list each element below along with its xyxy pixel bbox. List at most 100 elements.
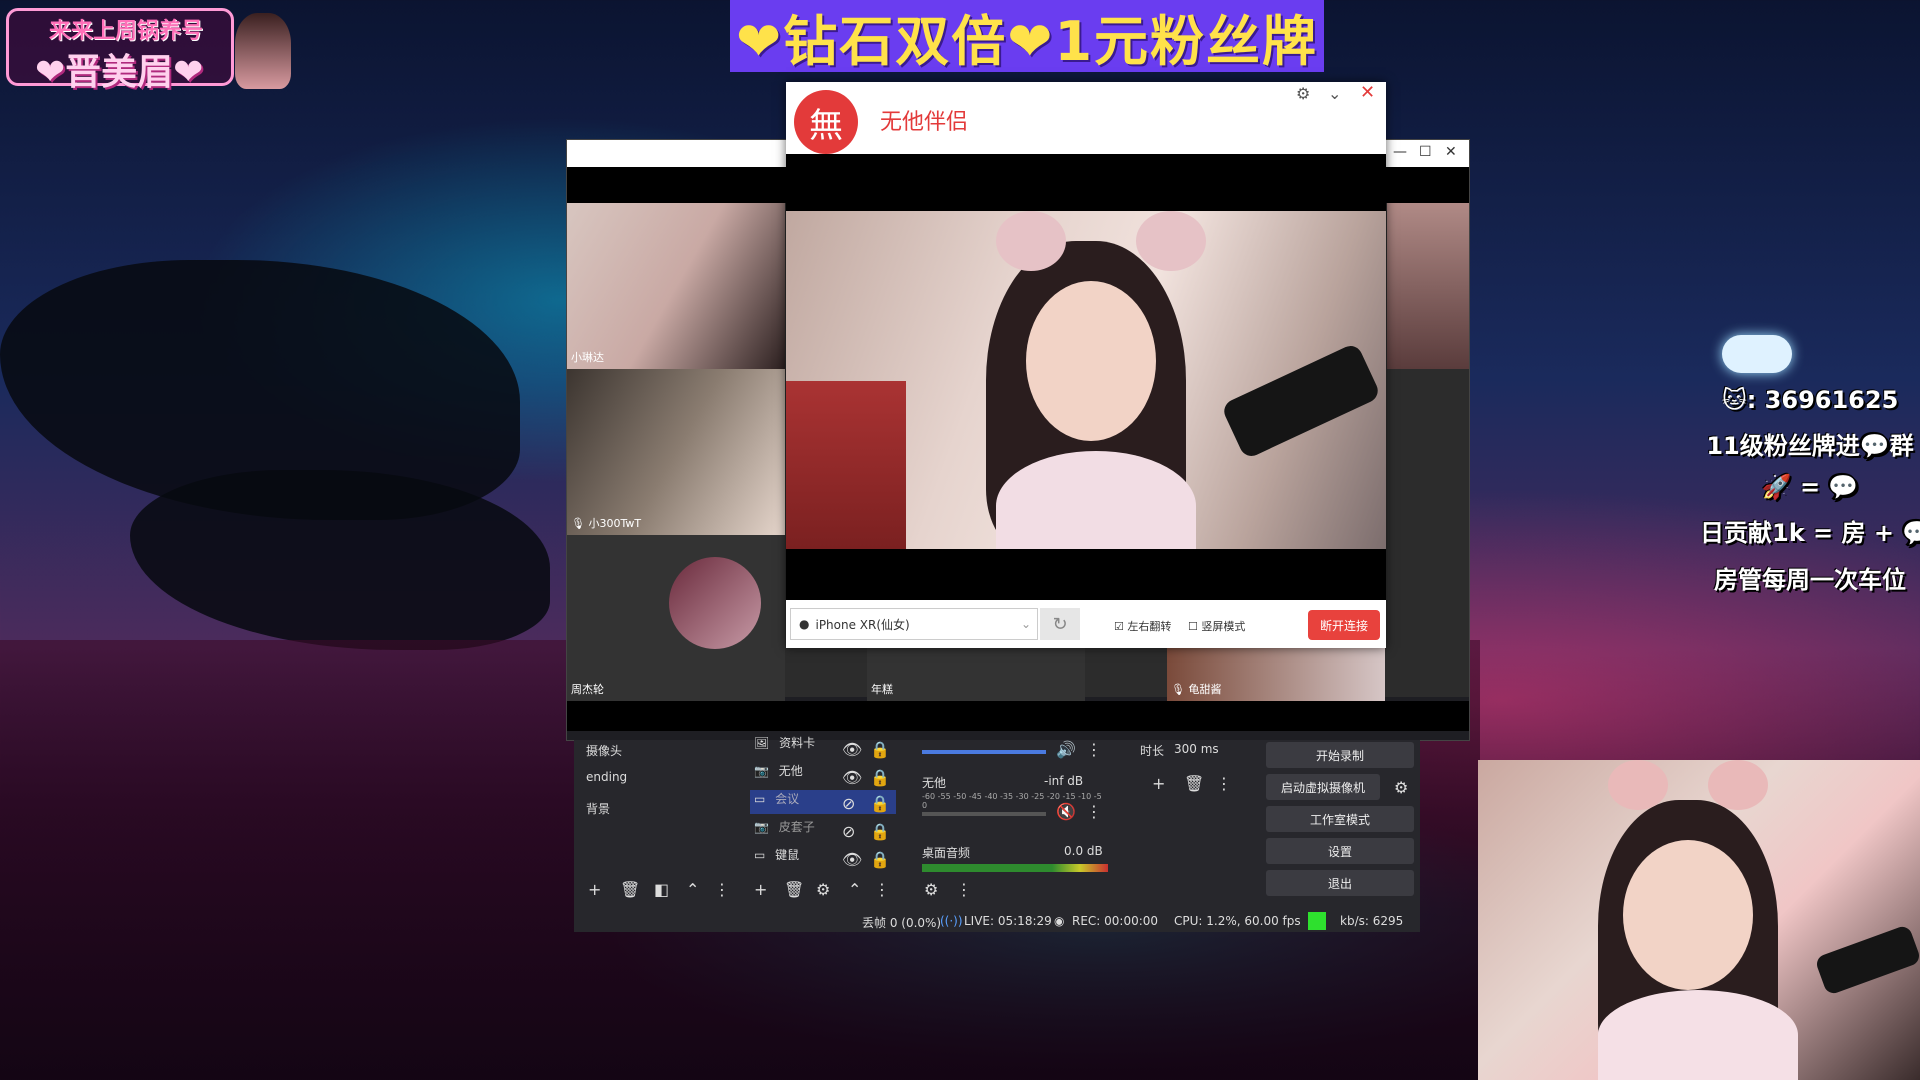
participant-name: 🎙 龟甜酱 (1171, 683, 1222, 696)
more-icon[interactable]: ⋮ (874, 880, 890, 899)
disconnect-button[interactable]: 断开连接 (1308, 610, 1380, 640)
avatar (235, 13, 291, 89)
face (1623, 840, 1753, 990)
hoodie (1598, 990, 1798, 1080)
gear-icon[interactable]: ⚙ (816, 880, 830, 899)
sources-panel: 🖼 资料卡 📷 无他 ▭ 会议 📷 皮套子 ▭ 键鼠 👁 🔒 👁 🔒 ⊘ 🔒 ⊘… (750, 736, 900, 900)
more-icon[interactable]: ⋮ (1216, 774, 1232, 793)
lock-icon[interactable]: 🔒 (870, 740, 890, 759)
trash-icon[interactable]: 🗑 (1184, 774, 1204, 793)
source-label: 键鼠 (775, 848, 800, 862)
lock-icon[interactable]: 🔒 (870, 850, 890, 869)
broadcast-icon: ((·)) (940, 914, 963, 928)
lock-icon[interactable]: 🔒 (870, 822, 890, 841)
bear-ear (1708, 760, 1768, 810)
channel-db: -inf dB (1044, 774, 1084, 788)
letterbox (567, 701, 1469, 731)
duration-label: 时长 (1140, 744, 1165, 758)
eye-icon[interactable]: 👁 (842, 740, 862, 759)
avatar (669, 557, 761, 649)
audio-mixer: 🔊 ⋮ 无他 -inf dB -60 -55 -50 -45 -40 -35 -… (914, 740, 1108, 900)
minimize-icon[interactable]: — (1393, 144, 1407, 160)
scene-item[interactable]: ending (586, 770, 627, 784)
source-label: 无他 (778, 764, 803, 778)
scene-item[interactable]: 背景 (586, 800, 610, 817)
channel-name: 桌面音频 (922, 846, 971, 860)
refresh-button[interactable]: ↻ (1040, 608, 1080, 640)
eye-icon[interactable]: 👁 (842, 768, 862, 787)
scenes-panel: 摄像头 ending 背景 + 🗑 ◧ ⌃ ⋮ (574, 740, 742, 900)
window-icon: ▭ (754, 848, 766, 862)
camera-icon: 📷 (754, 820, 769, 834)
duration-input[interactable]: 300 ms (1174, 742, 1234, 756)
video-tile[interactable] (1387, 203, 1469, 369)
controls-panel: 开始录制 启动虚拟摄像机 ⚙ 工作室模式 设置 退出 (1266, 740, 1416, 900)
gear-icon[interactable]: ⚙ (924, 880, 938, 899)
video-tile[interactable]: 🎙 小300TwT (567, 369, 785, 535)
video-tile[interactable]: 周杰轮 (567, 535, 785, 701)
add-icon[interactable]: + (1152, 774, 1165, 793)
participant-name: 小琳达 (571, 351, 604, 364)
up-icon[interactable]: ⌃ (848, 880, 861, 899)
studio-mode-button[interactable]: 工作室模式 (1266, 806, 1414, 832)
portrait-checkbox[interactable]: ☐ 竖屏模式 (1188, 618, 1245, 634)
more-icon[interactable]: ⋮ (714, 880, 730, 899)
more-icon[interactable]: ⋮ (956, 880, 972, 899)
microphone (1814, 924, 1920, 996)
lock-icon[interactable]: 🔒 (870, 768, 890, 787)
eye-hidden-icon[interactable]: ⊘ (842, 794, 855, 813)
record-icon: ◉ (1054, 914, 1065, 928)
chevron-down-icon: ⌄ (1020, 617, 1031, 631)
weekly-note: 房管每周一次车位 (1714, 566, 1906, 594)
meter-scale: -60 -55 -50 -45 -40 -35 -30 -25 -20 -15 … (922, 792, 1102, 810)
more-icon[interactable]: ⋮ (1086, 802, 1102, 821)
up-icon[interactable]: ⌃ (686, 880, 699, 899)
virtual-camera-button[interactable]: 启动虚拟摄像机 (1266, 774, 1380, 800)
filter-icon[interactable]: ◧ (654, 880, 669, 899)
cpu-usage: CPU: 1.2%, 60.00 fps (1174, 914, 1301, 928)
start-recording-button[interactable]: 开始录制 (1266, 742, 1414, 768)
speaker-icon[interactable]: 🔊 (1056, 740, 1076, 759)
mirror-checkbox[interactable]: ☑ 左右翻转 (1114, 618, 1171, 634)
channel-name: 无他 (922, 776, 947, 790)
exit-button[interactable]: 退出 (1266, 870, 1414, 896)
chevron-down-icon[interactable]: ⌄ (1328, 84, 1341, 103)
channel-db: 0.0 dB (1064, 844, 1103, 858)
gear-icon[interactable]: ⚙ (1394, 778, 1408, 797)
webcam-preview (1478, 760, 1920, 1080)
badge-subtitle: 来来上周锅养号 (49, 19, 204, 44)
phone-video (786, 154, 1386, 600)
lock-icon[interactable]: 🔒 (870, 794, 890, 813)
face (1026, 281, 1156, 441)
connection-bar: ● iPhone XR(仙女) ⌄ ↻ ☑ 左右翻转 ☐ 竖屏模式 断开连接 (786, 604, 1386, 648)
audio-meter (922, 864, 1108, 872)
device-select[interactable]: ● iPhone XR(仙女) ⌄ (790, 608, 1038, 640)
close-icon[interactable]: ✕ (1360, 82, 1375, 103)
more-icon[interactable]: ⋮ (1086, 740, 1102, 759)
mirror-label: 左右翻转 (1127, 620, 1172, 633)
participant-name: 🎙 小300TwT (571, 517, 642, 530)
mute-icon[interactable]: 🔇 (1056, 802, 1076, 821)
add-icon[interactable]: + (754, 880, 767, 899)
settings-button[interactable]: 设置 (1266, 838, 1414, 864)
source-label: 资料卡 (779, 736, 816, 750)
close-icon[interactable]: ✕ (1445, 144, 1457, 160)
eye-hidden-icon[interactable]: ⊘ (842, 822, 855, 841)
trash-icon[interactable]: 🗑 (784, 880, 804, 899)
source-icon: 🖼 (754, 736, 770, 750)
maximize-icon[interactable]: ☐ (1419, 144, 1432, 160)
bag (786, 381, 906, 549)
trash-icon[interactable]: 🗑 (620, 880, 640, 899)
gear-icon[interactable]: ⚙ (1296, 84, 1310, 103)
camera-feed (786, 211, 1386, 549)
refresh-icon: ↻ (1052, 613, 1068, 635)
video-tile[interactable]: 小琳达 (567, 203, 785, 369)
rec-time: REC: 00:00:00 (1072, 914, 1159, 928)
eye-icon[interactable]: 👁 (842, 850, 862, 869)
scene-item[interactable]: 摄像头 (586, 742, 622, 759)
add-icon[interactable]: + (588, 880, 601, 899)
fan-group-note: 11级粉丝牌进💬群 (1706, 432, 1914, 460)
volume-slider[interactable] (922, 750, 1046, 754)
app-logo: 無 (794, 90, 858, 154)
volume-slider[interactable] (922, 812, 1046, 816)
